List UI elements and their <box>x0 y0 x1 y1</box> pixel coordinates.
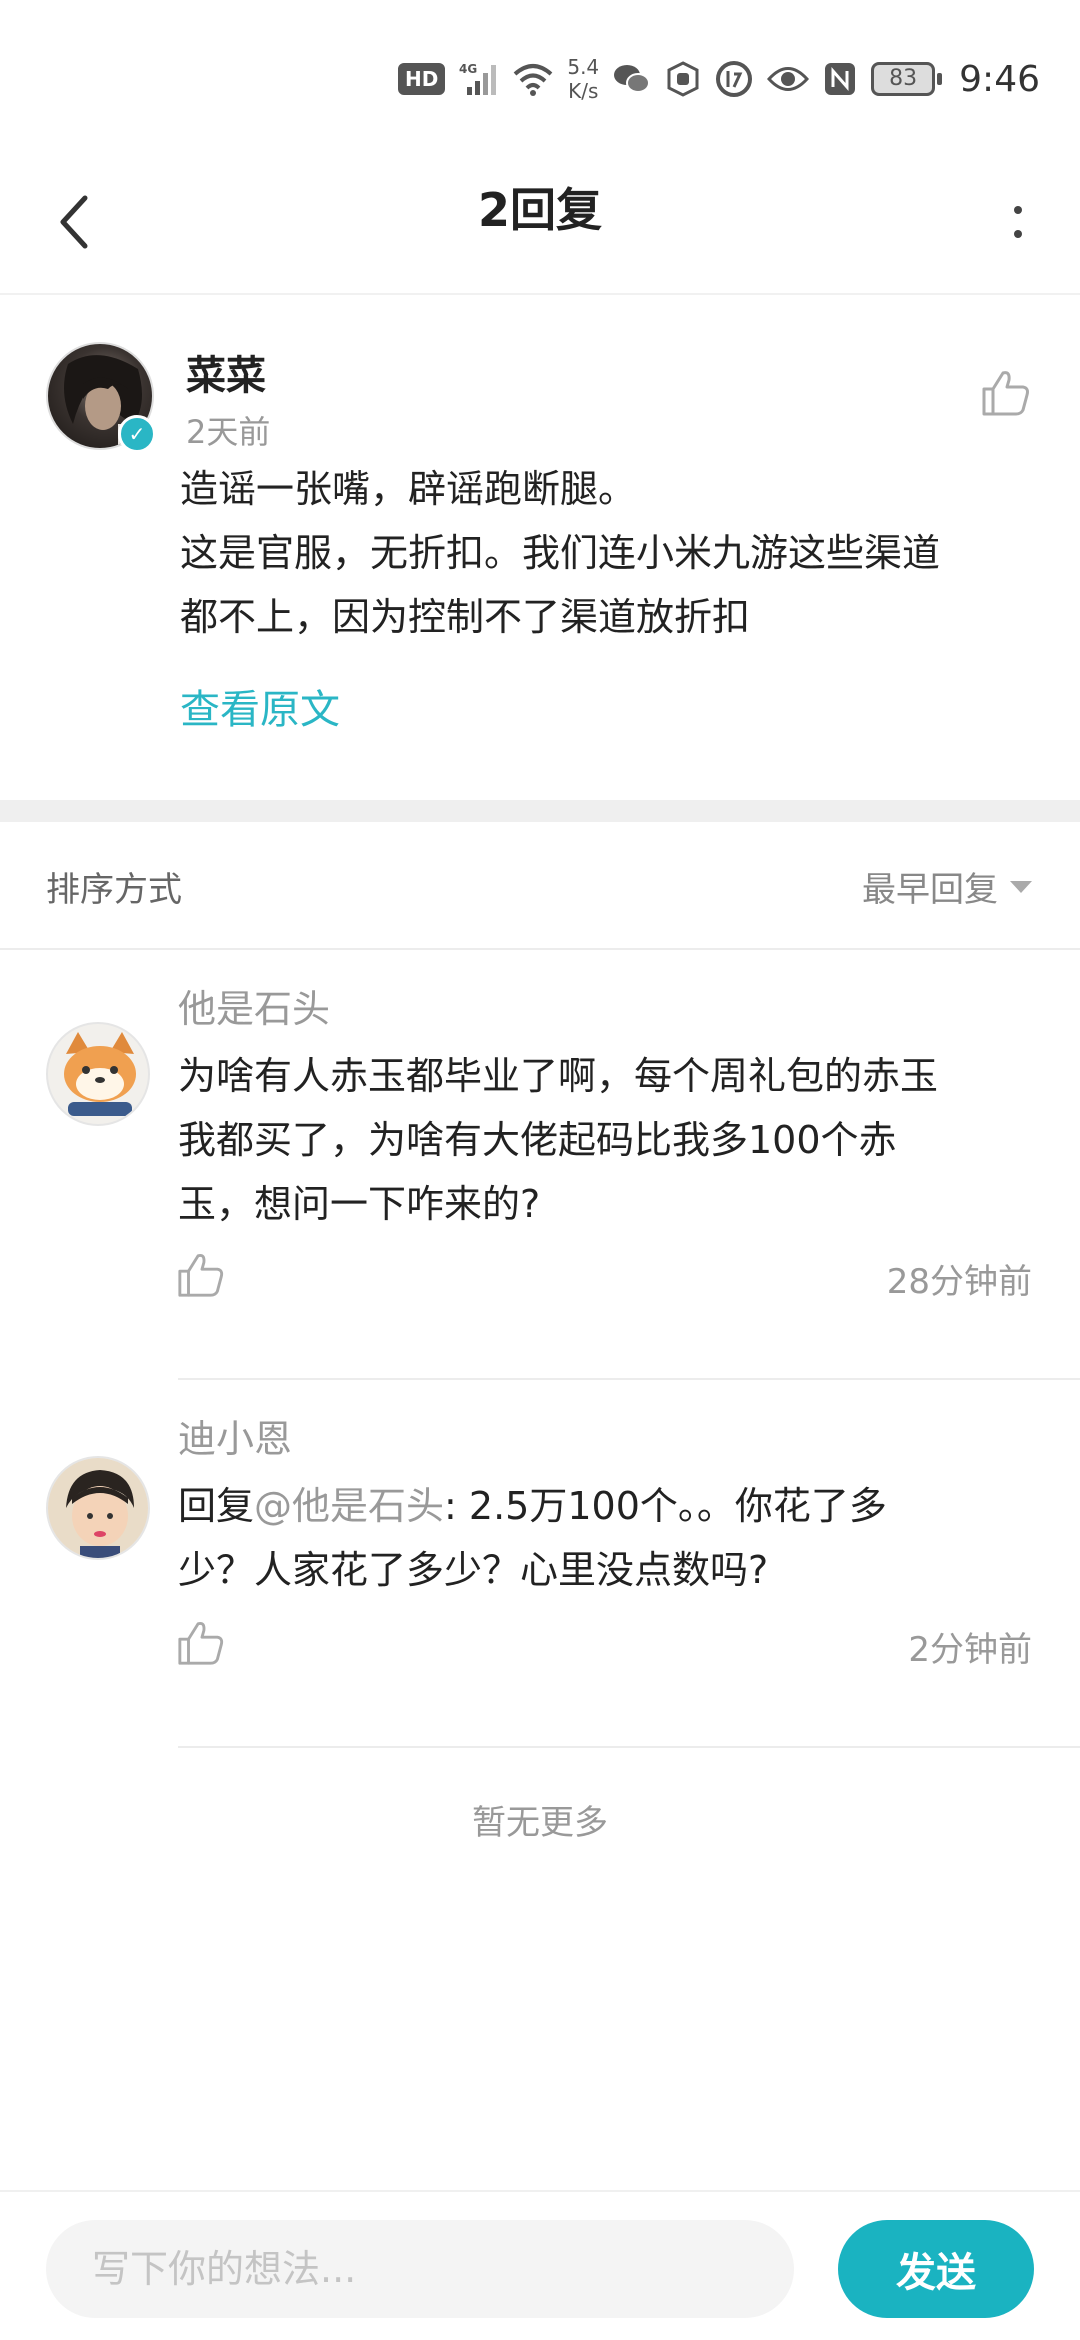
more-options-button[interactable] <box>988 182 1048 262</box>
child-avatar-image <box>48 1458 148 1558</box>
comment-line: 都不上，因为控制不了渠道放折扣 <box>180 595 751 639</box>
signal-icon: 4G <box>459 61 499 97</box>
reply-line: 我都买了，为啥有大佬起码比我多100个赤 <box>178 1118 897 1162</box>
app-header: 2回复 <box>0 150 1080 295</box>
post-time: 2天前 <box>186 413 271 451</box>
reply-author[interactable]: 迪小恩 <box>178 1408 292 1463</box>
reply-line: 少？人家花了多少？心里没点数吗? <box>178 1548 769 1592</box>
reply-line: 为啥有人赤玉都毕业了啊，每个周礼包的赤玉 <box>178 1054 939 1098</box>
eye-icon <box>767 64 810 94</box>
original-comment: ✓ 菜菜 2天前 造谣一张嘴，辟谣跑断腿。 这是官服，无折扣。我们连小米九游这些… <box>0 297 1080 800</box>
comment-composer: 发送 <box>0 2190 1080 2340</box>
reply-body: 回复@他是石头: 2.5万100个。。你花了多 少？人家花了多少？心里没点数吗? <box>178 1474 1038 1602</box>
avatar[interactable] <box>46 1022 150 1126</box>
comment-input[interactable] <box>46 2220 794 2318</box>
speed-unit: K/s <box>568 79 599 103</box>
svg-text:4G: 4G <box>459 62 477 76</box>
more-vertical-icon <box>1014 206 1022 238</box>
reply-body: 为啥有人赤玉都毕业了啊，每个周礼包的赤玉 我都买了，为啥有大佬起码比我多100个… <box>178 1044 1038 1236</box>
clock: 9:46 <box>959 58 1040 100</box>
sort-bar: 排序方式 最早回复 <box>0 822 1080 950</box>
thumbs-up-icon <box>982 371 1029 416</box>
comment-line: 这是官服，无折扣。我们连小米九游这些渠道 <box>180 531 941 575</box>
speed-value: 5.4 <box>567 55 600 79</box>
nfc-icon <box>823 61 857 97</box>
status-bar: HD 4G 5.4 K/s 83 9:46 <box>0 0 1080 150</box>
verified-badge-icon: ✓ <box>118 415 156 453</box>
page-title: 2回复 <box>477 183 602 237</box>
sort-dropdown[interactable]: 最早回复 <box>862 862 1032 911</box>
shiba-avatar-image <box>64 1032 136 1116</box>
hand-shield-icon <box>665 61 701 97</box>
section-divider <box>0 800 1080 822</box>
like-button[interactable] <box>176 1250 226 1300</box>
send-button[interactable]: 发送 <box>838 2220 1034 2318</box>
thumbs-up-icon <box>178 1254 224 1297</box>
reply-prefix: 回复 <box>178 1484 255 1528</box>
reply-time: 28分钟前 <box>886 1262 1032 1302</box>
wifi-icon <box>513 62 553 96</box>
reply-divider <box>178 1378 1080 1380</box>
thumbs-up-icon <box>178 1622 224 1665</box>
battery-icon: 83 <box>871 62 943 96</box>
no-more-label: 暂无更多 <box>472 1803 608 1843</box>
reply-line: 玉，想问一下咋来的? <box>178 1182 541 1226</box>
reply-author[interactable]: 他是石头 <box>178 978 330 1033</box>
status-icons: HD 4G 5.4 K/s 83 9:46 <box>398 52 1040 106</box>
sort-value: 最早回复 <box>862 870 998 910</box>
avatar[interactable] <box>46 1456 150 1560</box>
author-name[interactable]: 菜菜 <box>186 343 266 401</box>
reply-line-rest: : 2.5万100个。。你花了多 <box>444 1484 887 1528</box>
sort-label: 排序方式 <box>46 870 182 910</box>
like-button[interactable] <box>980 367 1032 419</box>
network-speed: 5.4 K/s <box>567 55 599 103</box>
reply-divider <box>178 1746 1080 1748</box>
caret-down-icon <box>1010 880 1032 893</box>
reply-time: 2分钟前 <box>908 1630 1032 1670</box>
reply-line: 回复@他是石头: 2.5万100个。。你花了多 <box>178 1474 1038 1538</box>
view-original-link[interactable]: 查看原文 <box>180 677 340 735</box>
comment-line: 造谣一张嘴，辟谣跑断腿。 <box>180 467 637 511</box>
hd-icon: HD <box>398 63 446 95</box>
mention-link[interactable]: @他是石头 <box>254 1484 444 1528</box>
data-saver-icon <box>715 60 753 98</box>
like-button[interactable] <box>176 1618 226 1668</box>
wechat-icon <box>613 62 651 96</box>
comment-body: 造谣一张嘴，辟谣跑断腿。 这是官服，无折扣。我们连小米九游这些渠道 都不上，因为… <box>180 457 1040 649</box>
